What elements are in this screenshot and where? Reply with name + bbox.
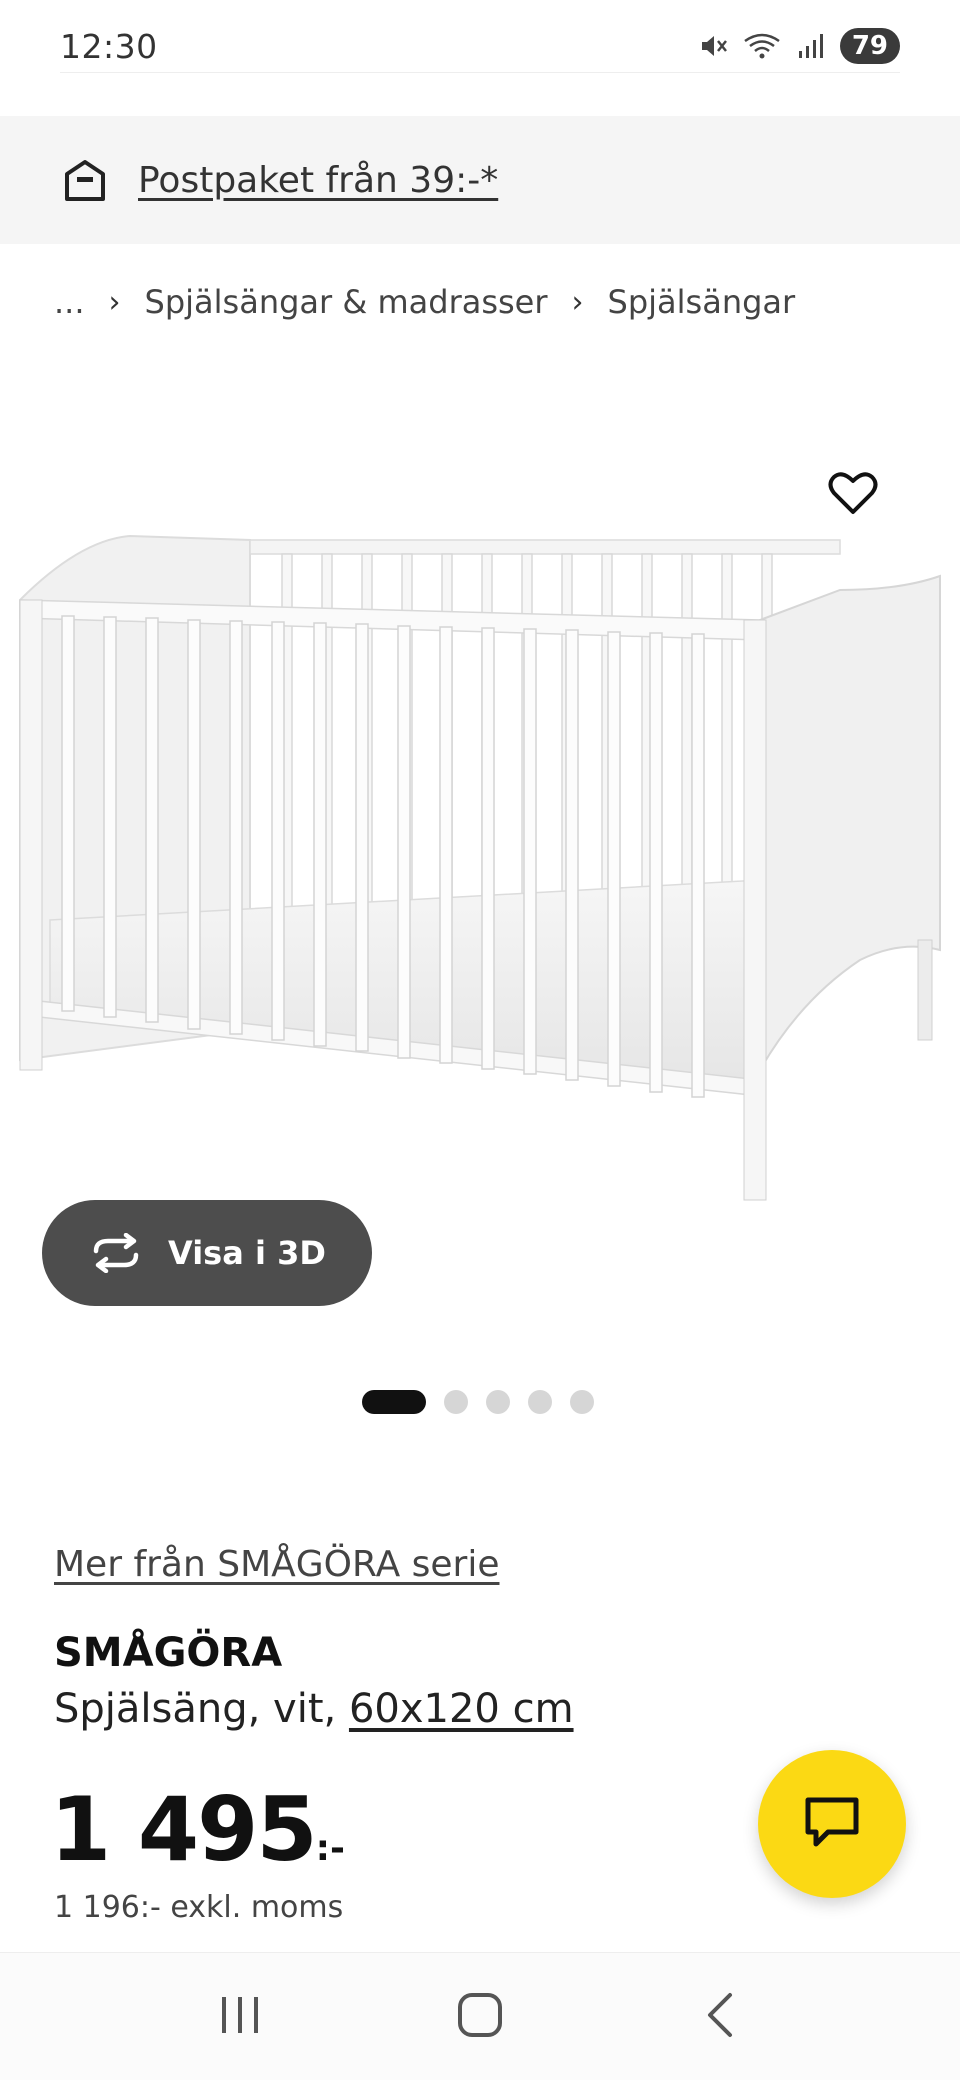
status-time: 12:30 [60, 26, 158, 66]
series-link[interactable]: Mer från SMÅGÖRA serie [54, 1544, 500, 1585]
rotate-3d-icon [88, 1232, 144, 1274]
carousel-dot-1[interactable] [362, 1390, 426, 1414]
recent-apps-icon [218, 1993, 262, 2041]
breadcrumb-separator: › [108, 284, 121, 320]
home-button[interactable] [440, 1977, 520, 2057]
back-icon [702, 1991, 738, 2043]
back-button[interactable] [680, 1977, 760, 2057]
price-amount: 1 495 [50, 1778, 318, 1881]
breadcrumb-item-cribs-mattresses[interactable]: Spjälsängar & madrasser [145, 283, 548, 321]
wifi-icon [742, 31, 782, 61]
breadcrumb-separator: › [571, 284, 584, 320]
breadcrumb-item-cribs[interactable]: Spjälsängar [608, 283, 796, 321]
mute-icon [698, 31, 728, 61]
carousel-dots [362, 1390, 594, 1414]
battery-level: 79 [839, 28, 900, 64]
signal-icon [796, 31, 826, 61]
status-bar: 12:30 79 [0, 0, 960, 92]
heart-icon [828, 470, 878, 520]
shipping-link[interactable]: Postpaket från 39:-* [138, 160, 498, 201]
view-3d-button[interactable]: Visa i 3D [42, 1200, 372, 1306]
breadcrumb: ... › Spjälsängar & madrasser › Spjälsän… [54, 272, 795, 332]
product-image[interactable] [0, 440, 960, 1220]
product-price: 1 495 :- [50, 1778, 345, 1881]
status-icons: 79 [698, 28, 900, 64]
carousel-dot-4[interactable] [528, 1390, 552, 1414]
recent-apps-button[interactable] [200, 1977, 280, 2057]
home-icon [456, 1991, 504, 2043]
shipping-banner[interactable]: Postpaket från 39:-* [0, 116, 960, 244]
breadcrumb-ellipsis[interactable]: ... [54, 283, 85, 321]
carousel-dot-3[interactable] [486, 1390, 510, 1414]
view-3d-label: Visa i 3D [168, 1234, 326, 1272]
chat-button[interactable] [758, 1750, 906, 1898]
carousel-dot-5[interactable] [570, 1390, 594, 1414]
status-divider [60, 72, 900, 73]
carousel-dot-2[interactable] [444, 1390, 468, 1414]
system-nav-bar [0, 1952, 960, 2080]
favorite-button[interactable] [820, 462, 886, 528]
chat-bubble-icon [802, 1794, 862, 1854]
price-suffix: :- [315, 1828, 345, 1869]
price-ex-vat: 1 196:- exkl. moms [54, 1890, 344, 1925]
product-name: SMÅGÖRA [54, 1630, 283, 1676]
product-size-link[interactable]: 60x120 cm [349, 1686, 574, 1732]
product-description: Spjälsäng, vit, 60x120 cm [54, 1686, 574, 1732]
delivery-box-icon [60, 155, 110, 205]
product-type: Spjälsäng, vit, [54, 1686, 349, 1732]
